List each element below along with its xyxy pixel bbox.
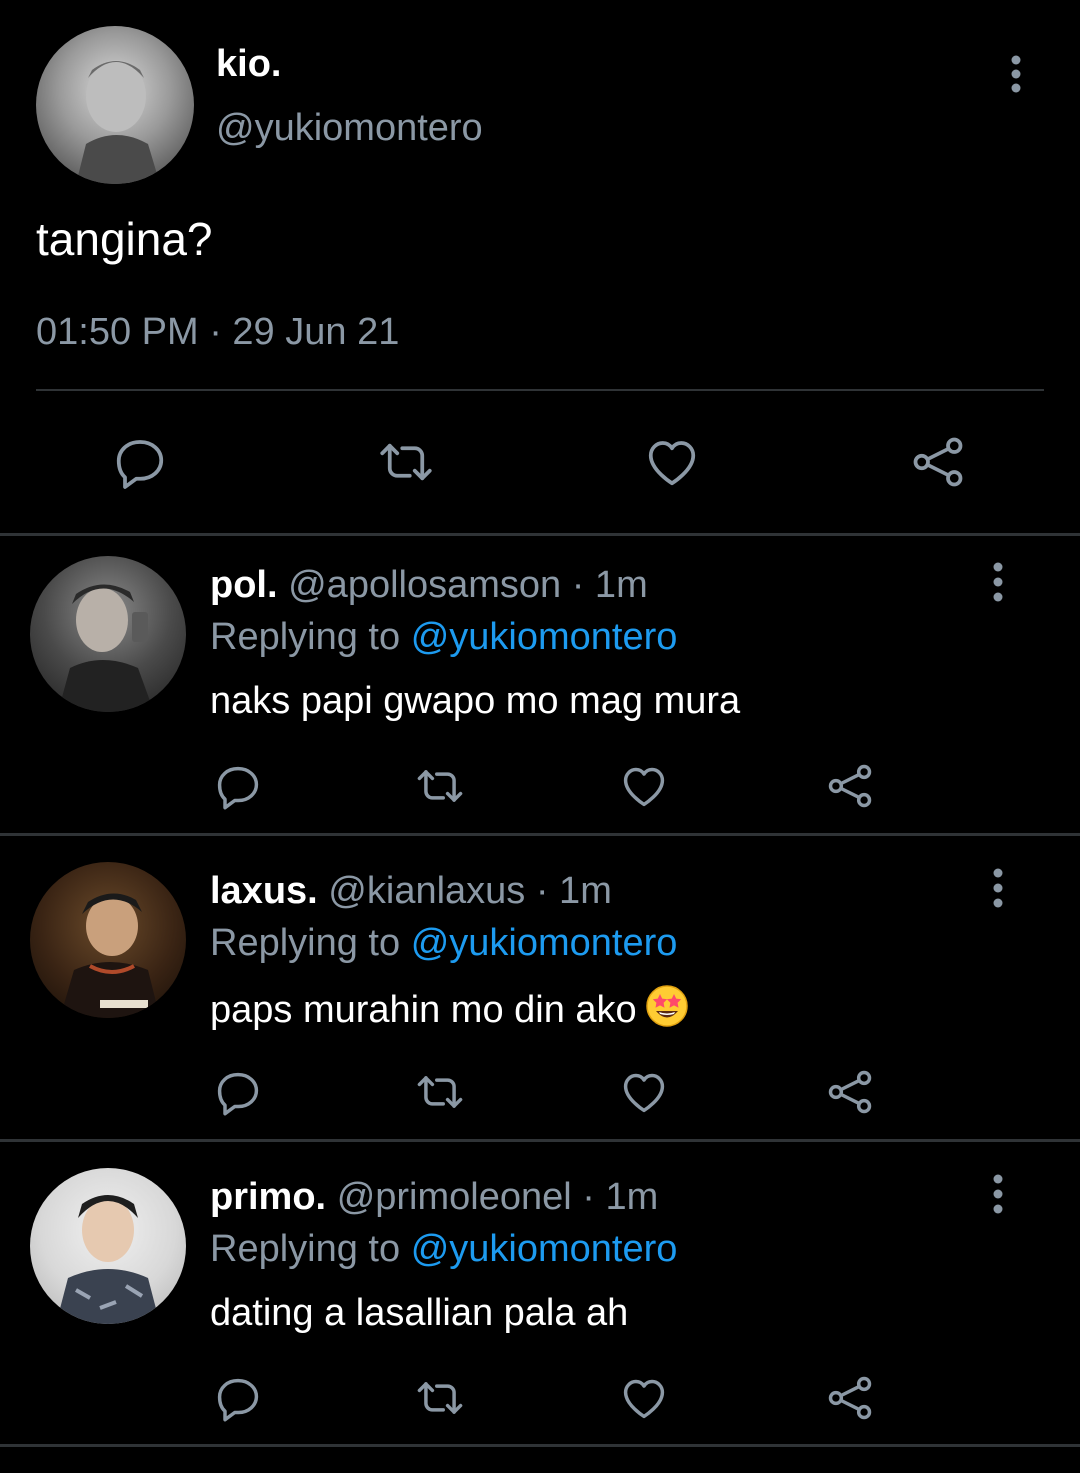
reply-author-name[interactable]: pol. <box>210 564 278 606</box>
reply-author-meta[interactable]: @apollosamson · 1m <box>288 564 648 606</box>
replying-label: Replying to <box>210 922 401 964</box>
reply-author-meta[interactable]: @kianlaxus · 1m <box>328 870 612 912</box>
reply-avatar[interactable] <box>30 1168 186 1324</box>
author-handle[interactable]: @yukiomontero <box>216 106 483 150</box>
reply-avatar[interactable] <box>30 862 186 1018</box>
reply-icon[interactable] <box>206 754 270 818</box>
more-options-icon[interactable] <box>978 1172 1018 1216</box>
tweet-timestamp: 01:50 PM · 29 Jun 21 <box>36 311 400 353</box>
replying-label: Replying to <box>210 616 401 658</box>
reply-header: laxus. @kianlaxus · 1m <box>210 868 612 914</box>
share-icon[interactable] <box>818 754 882 818</box>
section-divider <box>0 833 1080 836</box>
replying-to: Replying to @yukiomontero <box>210 614 677 660</box>
more-options-icon[interactable] <box>996 54 1036 94</box>
like-icon[interactable] <box>612 1366 676 1430</box>
author-avatar[interactable] <box>36 26 194 184</box>
author-name[interactable]: kio. <box>216 42 281 86</box>
reply-text: dating a lasallian pala ah <box>210 1292 629 1334</box>
more-options-icon[interactable] <box>978 560 1018 604</box>
section-divider <box>0 1444 1080 1447</box>
like-icon[interactable] <box>612 754 676 818</box>
tweet-text: tangina? <box>36 213 213 265</box>
reply-text: naks papi gwapo mo mag mura <box>210 680 741 722</box>
main-tweet: kio. @yukiomontero tangina? 01:50 PM · 2… <box>0 0 1080 534</box>
reply-avatar[interactable] <box>30 556 186 712</box>
retweet-icon[interactable] <box>408 754 472 818</box>
more-options-icon[interactable] <box>978 866 1018 910</box>
reply-text-content: paps murahin mo din ako <box>210 989 637 1031</box>
replying-mention-link[interactable]: @yukiomontero <box>411 616 678 658</box>
replying-mention-link[interactable]: @yukiomontero <box>411 1228 678 1270</box>
retweet-icon[interactable] <box>408 1060 472 1124</box>
star-struck-emoji-icon <box>645 984 689 1028</box>
replying-mention-link[interactable]: @yukiomontero <box>411 922 678 964</box>
reply-icon[interactable] <box>108 430 172 494</box>
reply-header: pol. @apollosamson · 1m <box>210 562 648 608</box>
retweet-icon[interactable] <box>374 430 438 494</box>
reply-tweet[interactable]: pol. @apollosamson · 1m Replying to @yuk… <box>0 536 1080 840</box>
divider <box>36 389 1044 391</box>
replying-label: Replying to <box>210 1228 401 1270</box>
reply-author-name[interactable]: primo. <box>210 1176 326 1218</box>
share-icon[interactable] <box>906 430 970 494</box>
reply-tweet[interactable]: primo. @primoleonel · 1m Replying to @yu… <box>0 1148 1080 1452</box>
section-divider <box>0 1139 1080 1142</box>
reply-tweet[interactable]: laxus. @kianlaxus · 1m Replying to @yuki… <box>0 842 1080 1146</box>
like-icon[interactable] <box>640 430 704 494</box>
retweet-icon[interactable] <box>408 1366 472 1430</box>
replying-to: Replying to @yukiomontero <box>210 1226 677 1272</box>
like-icon[interactable] <box>612 1060 676 1124</box>
reply-header: primo. @primoleonel · 1m <box>210 1174 658 1220</box>
reply-text: paps murahin mo din ako <box>210 984 689 1033</box>
reply-icon[interactable] <box>206 1060 270 1124</box>
share-icon[interactable] <box>818 1366 882 1430</box>
share-icon[interactable] <box>818 1060 882 1124</box>
reply-author-meta[interactable]: @primoleonel · 1m <box>337 1176 659 1218</box>
replying-to: Replying to @yukiomontero <box>210 920 677 966</box>
reply-author-name[interactable]: laxus. <box>210 870 318 912</box>
reply-icon[interactable] <box>206 1366 270 1430</box>
